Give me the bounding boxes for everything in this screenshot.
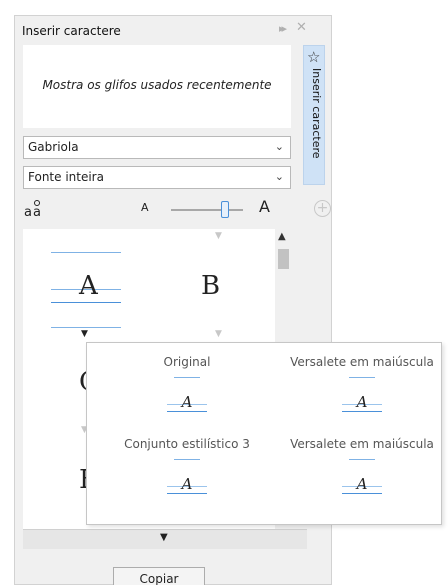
font-dropdown-value: Gabriola [28,140,79,154]
docker-title: Inserir caractere [22,24,121,38]
glyph-guide-line [174,377,200,378]
glyph-baseline [167,411,207,412]
variant-glyph: A [181,475,193,493]
variant-label: Versalete em maiúscula [290,355,434,369]
close-icon[interactable]: ✕ [296,20,307,35]
variant-small-caps-2[interactable]: Versalete em maiúscula A [282,437,442,507]
glyph-cell[interactable]: B [201,271,220,301]
glyph-guide-line [174,459,200,460]
glyph-guide-line [51,327,121,328]
chevron-down-icon: ▼ [160,532,168,543]
chevron-up-icon[interactable]: ▲ [278,231,286,242]
chevron-down-icon: ▼ [215,231,222,241]
chevron-down-icon[interactable]: ▼ [81,329,88,339]
recent-glyphs-area: Mostra os glifos usados recentemente [23,45,291,128]
variant-original[interactable]: Original A [107,355,267,425]
scrollbar-thumb[interactable] [278,249,289,269]
side-tab-label: Inserir caractere [310,68,323,159]
glyph-baseline [342,411,382,412]
variant-label: Conjunto estilístico 3 [124,437,250,451]
variant-glyph: A [356,393,368,411]
variant-label: Versalete em maiúscula [290,437,434,451]
svg-text:a: a [24,205,32,220]
glyph-toolbar: a a A A + [23,197,331,223]
star-icon: ☆ [307,48,321,66]
variant-glyph: A [181,393,193,411]
glyph-variants-popup: Original A Versalete em maiúscula A Conj… [86,342,442,525]
svg-text:a: a [33,205,41,220]
glyph-variants-icon[interactable]: a a [23,197,45,221]
zoom-in-icon[interactable]: A [259,197,270,216]
zoom-slider-track[interactable] [171,209,243,211]
font-dropdown[interactable]: Gabriola ⌄ [23,136,291,159]
add-icon[interactable]: + [314,200,331,217]
glyph-guide-line [51,252,121,253]
glyph-guide-line [349,459,375,460]
glyph-guide-line [349,377,375,378]
variant-stylistic-set-3[interactable]: Conjunto estilístico 3 A [107,437,267,507]
zoom-slider-thumb[interactable] [221,201,229,218]
glyph-baseline [342,493,382,494]
zoom-out-icon[interactable]: A [141,201,149,214]
expand-icon[interactable]: ▸▸ [279,22,287,35]
recent-glyphs-placeholder: Mostra os glifos usados recentemente [42,78,272,92]
chevron-down-icon: ⌄ [274,140,284,153]
glyph-baseline [167,493,207,494]
glyph-baseline [51,302,121,303]
side-tab-insert-character[interactable]: ☆ Inserir caractere [303,45,325,185]
variant-label: Original [163,355,211,369]
chevron-down-icon: ▼ [215,329,222,339]
glyph-cell[interactable]: A [79,271,98,301]
expand-bar[interactable]: ▼ [23,529,307,549]
range-dropdown[interactable]: Fonte inteira ⌄ [23,166,291,189]
chevron-down-icon: ⌄ [274,170,284,183]
variant-glyph: A [356,475,368,493]
variant-small-caps[interactable]: Versalete em maiúscula A [282,355,442,425]
copy-button[interactable]: Copiar [113,567,205,585]
range-dropdown-value: Fonte inteira [28,170,104,184]
